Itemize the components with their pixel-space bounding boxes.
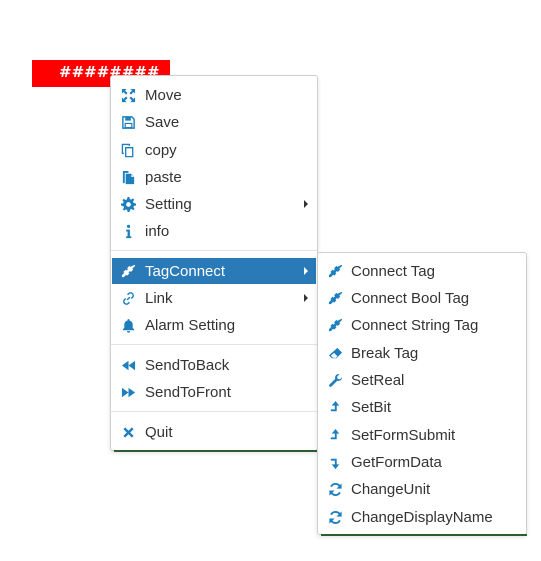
arrow-up-icon bbox=[327, 427, 343, 443]
menu-underline bbox=[114, 450, 318, 452]
submenu-item-changeunit[interactable]: ChangeUnit bbox=[319, 476, 525, 502]
menu-item-label: Setting bbox=[145, 195, 192, 213]
paste-icon bbox=[120, 169, 136, 185]
bell-icon bbox=[120, 317, 136, 333]
submenu-item-label: SetReal bbox=[351, 371, 405, 389]
gear-icon bbox=[120, 196, 136, 212]
submenu-item-connect-tag[interactable]: Connect Tag bbox=[319, 258, 525, 284]
submenu-item-label: SetBit bbox=[351, 398, 392, 416]
menu-item-sendtoback[interactable]: SendToBack bbox=[112, 352, 316, 378]
refresh-icon bbox=[327, 509, 343, 525]
eraser-icon bbox=[327, 345, 343, 361]
menu-item-label: Alarm Setting bbox=[145, 316, 236, 334]
wrench-icon bbox=[327, 372, 343, 388]
menu-item-label: SendToFront bbox=[145, 383, 231, 401]
arrow-down-icon bbox=[327, 454, 343, 470]
menu-item-copy[interactable]: copy bbox=[112, 137, 316, 163]
info-icon bbox=[120, 223, 136, 239]
submenu-item-label: Connect Bool Tag bbox=[351, 289, 470, 307]
submenu-arrow-icon bbox=[304, 294, 308, 302]
menu-item-link[interactable]: Link bbox=[112, 285, 316, 311]
close-icon bbox=[120, 424, 136, 440]
submenu-item-label: Break Tag bbox=[351, 344, 419, 362]
forward-icon bbox=[120, 384, 136, 400]
submenu-underline bbox=[321, 534, 527, 536]
submenu-item-getformdata[interactable]: GetFormData bbox=[319, 449, 525, 475]
submenu-item-label: Connect Tag bbox=[351, 262, 435, 280]
submenu-item-connect-string-tag[interactable]: Connect String Tag bbox=[319, 312, 525, 338]
menu-divider bbox=[111, 411, 317, 412]
copy-icon bbox=[120, 142, 136, 158]
submenu-item-break-tag[interactable]: Break Tag bbox=[319, 340, 525, 366]
menu-item-label: copy bbox=[145, 141, 177, 159]
menu-item-label: TagConnect bbox=[145, 262, 226, 280]
submenu-item-label: GetFormData bbox=[351, 453, 442, 471]
menu-item-label: SendToBack bbox=[145, 356, 230, 374]
submenu-item-label: SetFormSubmit bbox=[351, 426, 456, 444]
submenu-item-setreal[interactable]: SetReal bbox=[319, 367, 525, 393]
menu-item-label: Quit bbox=[145, 423, 173, 441]
menu-item-tagconnect[interactable]: TagConnect bbox=[112, 258, 316, 284]
link-icon bbox=[120, 290, 136, 306]
floppy-icon bbox=[120, 114, 136, 130]
menu-item-move[interactable]: Move bbox=[112, 82, 316, 108]
submenu-arrow-icon bbox=[304, 200, 308, 208]
tagconnect-submenu: Connect Tag Connect Bool Tag Connect Str… bbox=[317, 252, 527, 535]
plug-icon bbox=[327, 317, 343, 333]
submenu-item-setbit[interactable]: SetBit bbox=[319, 394, 525, 420]
submenu-item-label: ChangeUnit bbox=[351, 480, 431, 498]
menu-item-label: Link bbox=[145, 289, 173, 307]
backward-icon bbox=[120, 357, 136, 373]
plug-icon bbox=[327, 290, 343, 306]
arrows-expand-icon bbox=[120, 87, 136, 103]
submenu-item-connect-bool-tag[interactable]: Connect Bool Tag bbox=[319, 285, 525, 311]
submenu-item-label: Connect String Tag bbox=[351, 316, 479, 334]
menu-item-setting[interactable]: Setting bbox=[112, 191, 316, 217]
menu-item-label: Save bbox=[145, 113, 180, 131]
submenu-arrow-icon bbox=[304, 267, 308, 275]
arrow-up-icon bbox=[327, 399, 343, 415]
menu-item-sendtofront[interactable]: SendToFront bbox=[112, 379, 316, 405]
submenu-item-setformsubmit[interactable]: SetFormSubmit bbox=[319, 422, 525, 448]
menu-item-quit[interactable]: Quit bbox=[112, 419, 316, 445]
menu-item-alarm-setting[interactable]: Alarm Setting bbox=[112, 312, 316, 338]
plug-icon bbox=[327, 263, 343, 279]
refresh-icon bbox=[327, 481, 343, 497]
submenu-item-changedisplayname[interactable]: ChangeDisplayName bbox=[319, 504, 525, 530]
menu-item-save[interactable]: Save bbox=[112, 109, 316, 135]
menu-divider bbox=[111, 344, 317, 345]
plug-icon bbox=[120, 263, 136, 279]
context-menu: Move Save copy paste Setting info TagCon… bbox=[110, 75, 318, 451]
menu-divider bbox=[111, 250, 317, 251]
menu-item-paste[interactable]: paste bbox=[112, 164, 316, 190]
menu-item-label: paste bbox=[145, 168, 182, 186]
menu-item-label: Move bbox=[145, 86, 182, 104]
menu-item-label: info bbox=[145, 222, 170, 240]
submenu-item-label: ChangeDisplayName bbox=[351, 508, 493, 526]
menu-item-info[interactable]: info bbox=[112, 218, 316, 244]
